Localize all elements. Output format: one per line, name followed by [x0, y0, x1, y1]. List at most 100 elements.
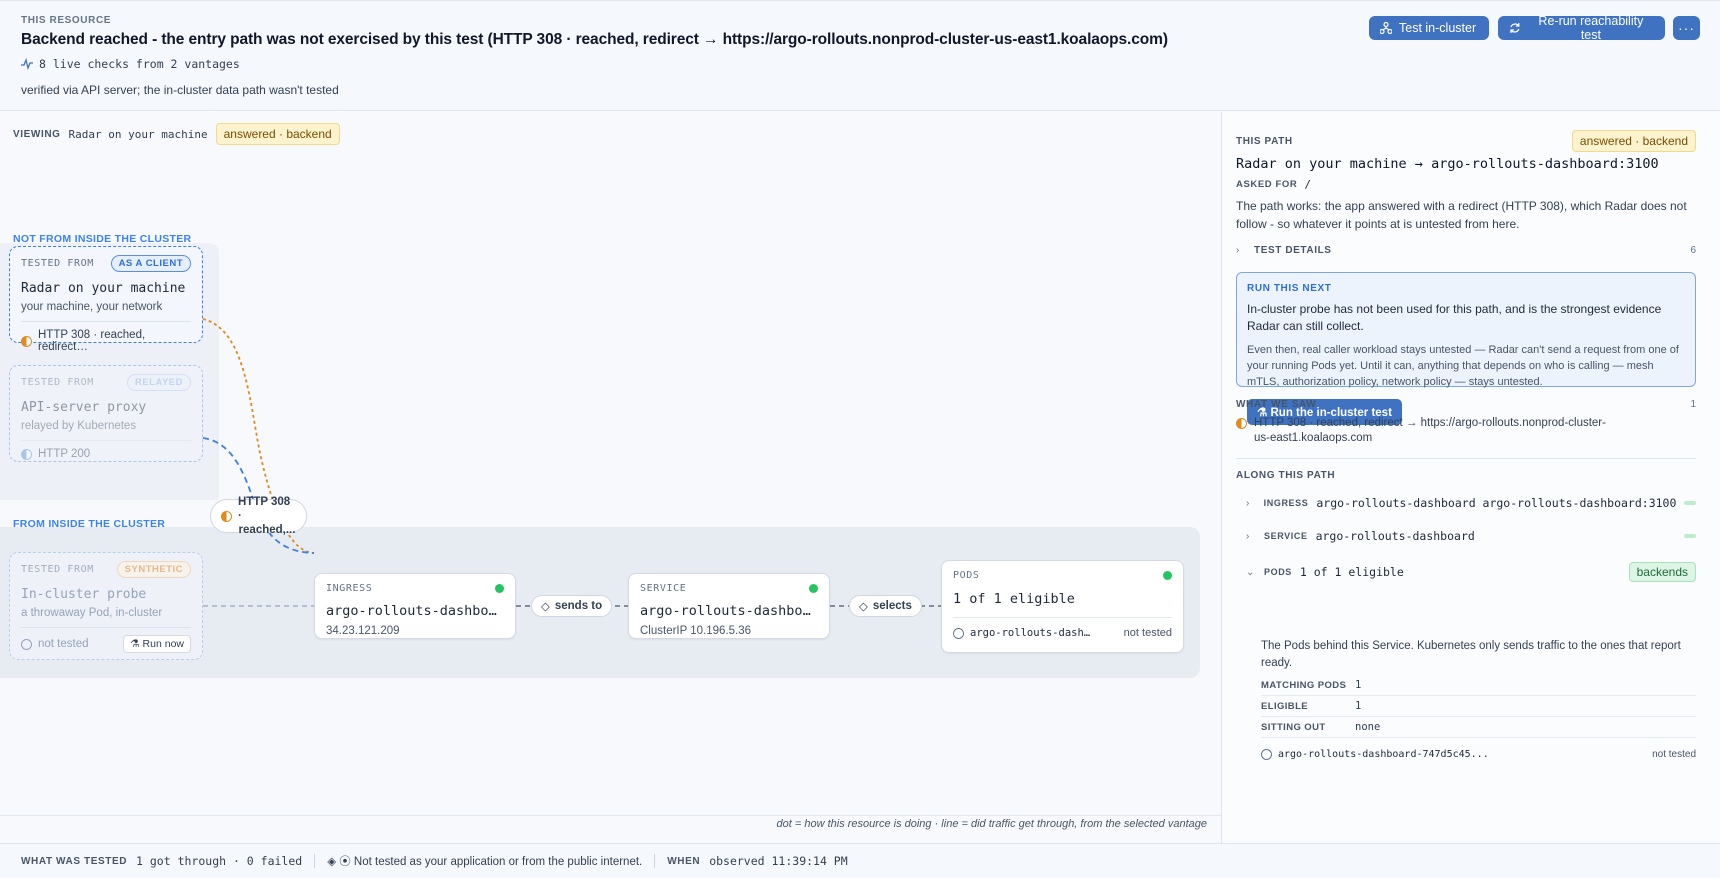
asked-for-value: / [1304, 178, 1311, 191]
healthy-dot-icon [809, 584, 818, 593]
partial-status-icon [221, 510, 232, 522]
activity-icon [21, 58, 33, 70]
source-radar-name: Radar on your machine [21, 281, 186, 296]
source-proxy-status: HTTP 200 [38, 448, 91, 460]
divider [654, 854, 656, 868]
service-detail: ClusterIP 10.196.5.36 [640, 625, 752, 637]
sends-to-label: sends to [554, 600, 603, 612]
healthy-dot-icon [495, 584, 504, 593]
path-description: The path works: the app answered with a … [1236, 199, 1687, 231]
sends-to-connector: ◇ sends to [531, 595, 613, 617]
source-radar-tag: AS A CLIENT [110, 255, 191, 272]
along-pods-kind: PODS [1264, 567, 1292, 577]
source-probe-card[interactable]: TESTED FROM SYNTHETIC In-cluster probe a… [9, 552, 203, 660]
run-next-text: In-cluster probe has not been used for t… [1247, 302, 1662, 333]
service-kind: SERVICE [640, 583, 687, 594]
what-we-saw-count: 1 [1690, 399, 1696, 410]
partial-status-icon [1236, 418, 1247, 429]
healthy-dot-icon [1163, 571, 1172, 580]
along-service-value: argo-rollouts-dashboard [1315, 529, 1475, 543]
ingress-node[interactable]: INGRESS argo-rollouts-dashboard 34.23.12… [314, 573, 516, 639]
what-we-saw-label: WHAT WE SAW [1236, 399, 1317, 410]
source-probe-sub: a throwaway Pod, in-cluster [21, 607, 163, 619]
source-proxy-tag: RELAYED [126, 374, 191, 391]
chevron-right-icon: › [1246, 530, 1250, 542]
kv-key: SITTING OUT [1261, 721, 1326, 733]
kv-value: 1 [1355, 679, 1362, 691]
live-checks-text: 8 live checks from 2 vantages [39, 57, 240, 71]
run-next-caveat: Even then, real caller workload stays un… [1247, 344, 1679, 388]
along-row-service[interactable]: › SERVICE argo-rollouts-dashboard [1246, 529, 1696, 543]
what-we-saw-item: HTTP 308 · reached, redirect → https://a… [1236, 416, 1696, 446]
pod-list-item[interactable]: argo-rollouts-dashboard-747d5c45... not … [1261, 749, 1696, 760]
test-details-label: TEST DETAILS [1254, 245, 1332, 256]
kv-key: ELIGIBLE [1261, 700, 1309, 712]
pods-kind: PODS [953, 570, 980, 581]
edge-badge-line2: reached,... [238, 524, 296, 536]
divider [1236, 458, 1696, 459]
along-row-pods[interactable]: ⌄ PODS 1 of 1 eligible backends [1246, 562, 1696, 582]
rerun-reachability-button[interactable]: Re-run reachability test [1498, 14, 1665, 42]
page-title: Backend reached - the entry path was not… [21, 31, 1168, 48]
status-footer: WHAT WAS TESTED 1 got through · 0 failed… [0, 843, 1720, 878]
pod-name: argo-rollouts-dashboard [970, 627, 1095, 639]
source-probe-name: In-cluster probe [21, 587, 147, 602]
along-row-ingress[interactable]: › INGRESS argo-rollouts-dashboard argo-r… [1246, 496, 1696, 510]
healthy-bar-icon [1684, 501, 1696, 505]
kv-row: ELIGIBLE 1 [1261, 696, 1696, 717]
run-next-box: RUN THIS NEXT In-cluster probe has not b… [1236, 272, 1696, 425]
test-details-toggle[interactable]: › TEST DETAILS 6 [1236, 245, 1696, 256]
pods-kv-table: MATCHING PODS 1 ELIGIBLE 1 SITTING OUT none [1261, 675, 1696, 738]
source-probe-status: not tested [38, 638, 89, 650]
header-subtitle: verified via API server; the in-cluster … [21, 83, 339, 97]
kv-key: MATCHING PODS [1261, 679, 1347, 691]
asked-for-label: ASKED FOR [1236, 179, 1298, 190]
when-value: observed 11:39:14 PM [709, 854, 848, 868]
tested-value: 1 got through · 0 failed [136, 854, 303, 868]
what-we-saw-text: HTTP 308 · reached, redirect → https://a… [1254, 417, 1606, 444]
pod-list-status: not tested [1652, 749, 1696, 760]
ingress-detail: 34.23.121.209 [326, 625, 400, 637]
along-ingress-kind: INGRESS [1263, 498, 1309, 508]
path-detail-panel: THIS PATH answered · backend Radar on yo… [1222, 112, 1720, 843]
test-in-cluster-button[interactable]: Test in-cluster [1369, 16, 1489, 40]
run-now-button[interactable]: ⚗ Run now [123, 635, 191, 653]
pods-description: The Pods behind this Service. Kubernetes… [1261, 640, 1681, 669]
resource-header: THIS RESOURCE Backend reached - the entr… [0, 0, 1720, 111]
partial-status-icon [21, 335, 32, 347]
source-probe-tag: SYNTHETIC [116, 561, 191, 578]
path-summary: Radar on your machine → argo-rollouts-da… [1236, 156, 1659, 172]
edge-badge-line1: HTTP 308 · [238, 496, 291, 522]
kv-value: 1 [1355, 700, 1362, 712]
diamond-icon: ◇ [859, 601, 868, 613]
chevron-down-icon: ⌄ [1246, 566, 1255, 578]
pods-summary: 1 of 1 eligible [953, 591, 1075, 607]
refresh-icon [1510, 23, 1520, 33]
pods-node[interactable]: PODS 1 of 1 eligible argo-rollouts-dashb… [941, 560, 1184, 653]
test-details-count: 6 [1690, 245, 1696, 256]
untested-icon [21, 638, 32, 650]
rerun-label: Re-run reachability test [1538, 14, 1644, 42]
selects-connector: ◇ selects [849, 595, 922, 617]
source-proxy-card[interactable]: TESTED FROM RELAYED API-server proxy rel… [9, 365, 203, 462]
edge-status-badge[interactable]: HTTP 308 · reached,... [210, 496, 307, 536]
source-proxy-name: API-server proxy [21, 400, 147, 415]
panel-title: THIS PATH [1236, 135, 1293, 147]
untested-icon [1261, 749, 1272, 760]
panel-badge: answered · backend [1571, 130, 1696, 152]
live-checks-meta: 8 live checks from 2 vantages [21, 57, 240, 71]
untested-icon [953, 627, 964, 639]
service-node[interactable]: SERVICE argo-rollouts-dashboard ClusterI… [628, 573, 830, 639]
kv-value: none [1355, 721, 1381, 733]
pod-row[interactable]: argo-rollouts-dashboard not tested [953, 617, 1172, 639]
source-radar-card[interactable]: TESTED FROM AS A CLIENT Radar on your ma… [9, 246, 203, 353]
source-radar-status: HTTP 308 · reached, redirect… [38, 329, 146, 353]
backends-chip: backends [1628, 562, 1696, 582]
kv-row: SITTING OUT none [1261, 717, 1696, 738]
edge-lines [202, 318, 941, 607]
divider [314, 854, 316, 868]
more-menu-button[interactable]: ··· [1673, 16, 1700, 40]
healthy-bar-icon [1684, 534, 1696, 538]
topology-icon [1380, 22, 1392, 34]
pod-status: not tested [1123, 627, 1172, 639]
